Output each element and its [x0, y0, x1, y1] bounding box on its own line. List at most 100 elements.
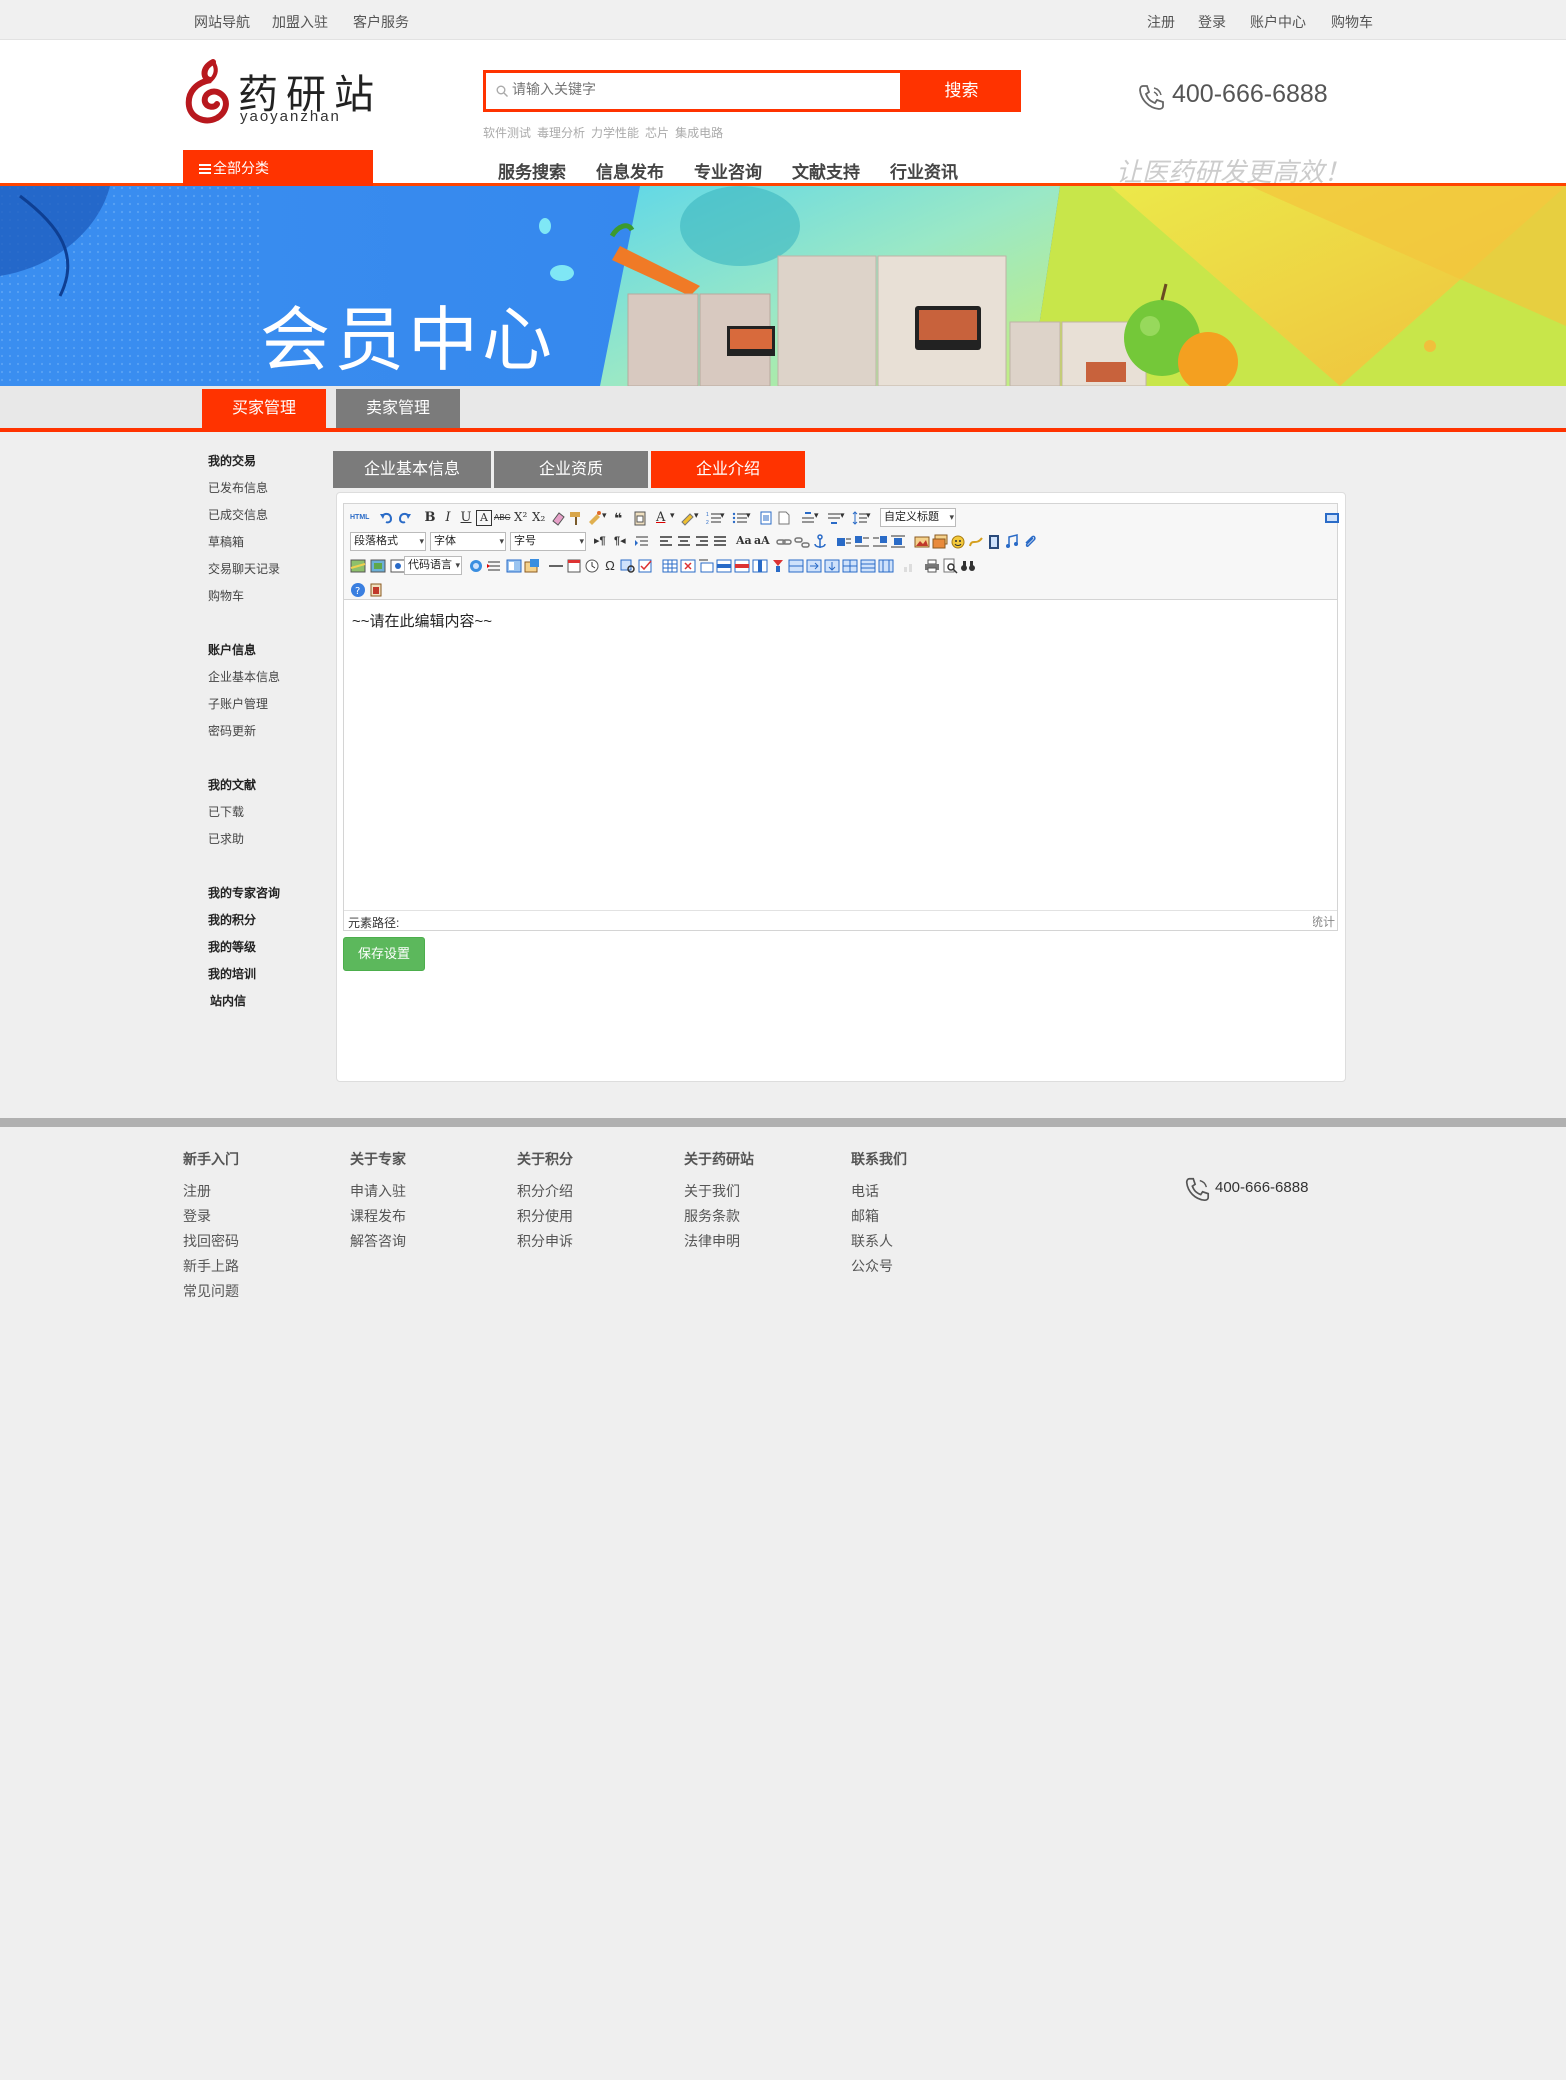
- sidebar-item-published[interactable]: 已发布信息: [208, 479, 268, 496]
- sidebar-item-password[interactable]: 密码更新: [208, 722, 256, 739]
- align-center-icon[interactable]: [676, 534, 692, 550]
- indent-icon[interactable]: [634, 534, 650, 550]
- sidebar-item-training[interactable]: 我的培训: [208, 965, 256, 982]
- horizontal-rule-icon[interactable]: [548, 558, 564, 574]
- tab-company-intro[interactable]: 企业介绍: [651, 451, 805, 488]
- fullscreen-icon[interactable]: [1324, 510, 1340, 526]
- date-icon[interactable]: [566, 558, 582, 574]
- footer-link[interactable]: 申请入驻: [350, 1181, 406, 1199]
- image-right-icon[interactable]: [872, 534, 888, 550]
- footer-link[interactable]: 课程发布: [350, 1206, 406, 1224]
- delete-col-icon[interactable]: [770, 558, 786, 574]
- footer-link[interactable]: 公众号: [851, 1256, 907, 1274]
- font-size-select[interactable]: 字号: [510, 532, 586, 551]
- link-icon[interactable]: [776, 534, 792, 550]
- nav-consulting[interactable]: 专业咨询: [694, 158, 762, 183]
- merge-cells-icon[interactable]: [788, 558, 804, 574]
- sidebar-item-chat-history[interactable]: 交易聊天记录: [208, 560, 280, 577]
- spellcheck-icon[interactable]: [638, 558, 654, 574]
- multi-image-icon[interactable]: [932, 534, 948, 550]
- uppercase-icon[interactable]: Aa: [736, 534, 752, 550]
- help-icon[interactable]: ?: [350, 582, 366, 598]
- music-icon[interactable]: [1004, 534, 1020, 550]
- topbar-link-site-nav[interactable]: 网站导航: [194, 12, 250, 32]
- eraser-icon[interactable]: [550, 510, 566, 526]
- sidebar-item-expert-consult[interactable]: 我的专家咨询: [208, 884, 280, 901]
- undo-icon[interactable]: [378, 510, 394, 526]
- footer-link[interactable]: 联系人: [851, 1231, 907, 1249]
- sidebar-item-cart[interactable]: 购物车: [208, 587, 244, 604]
- sidebar-item-downloaded[interactable]: 已下载: [208, 803, 244, 820]
- topbar-link-join[interactable]: 加盟入驻: [272, 12, 328, 32]
- anchor-icon[interactable]: [812, 534, 828, 550]
- footer-link[interactable]: 解答咨询: [350, 1231, 406, 1249]
- hot-keyword[interactable]: 软件测试: [483, 126, 531, 140]
- sidebar-item-company-info[interactable]: 企业基本信息: [208, 668, 280, 685]
- insert-paragraph-before-table-icon[interactable]: [698, 558, 714, 574]
- select-all-icon[interactable]: [758, 510, 774, 526]
- footer-link[interactable]: 常见问题: [183, 1281, 239, 1299]
- split-cells-icon[interactable]: [842, 558, 858, 574]
- topbar-link-customer-service[interactable]: 客户服务: [353, 12, 409, 32]
- page-break-icon[interactable]: [468, 558, 484, 574]
- rtl-icon[interactable]: ¶◂: [614, 534, 630, 550]
- scrawl-icon[interactable]: [968, 534, 984, 550]
- sidebar-item-drafts[interactable]: 草稿箱: [208, 533, 244, 550]
- lowercase-icon[interactable]: aA: [754, 534, 770, 550]
- footer-link[interactable]: 关于我们: [684, 1181, 754, 1199]
- time-icon[interactable]: [584, 558, 600, 574]
- tab-company-qualification[interactable]: 企业资质: [494, 451, 648, 488]
- footer-link[interactable]: 积分申诉: [517, 1231, 573, 1249]
- italic-icon[interactable]: I: [440, 510, 456, 526]
- auto-format-icon[interactable]: [587, 510, 603, 526]
- hot-keyword[interactable]: 毒理分析: [537, 126, 585, 140]
- sidebar-item-level[interactable]: 我的等级: [208, 938, 256, 955]
- hot-keyword[interactable]: 集成电路: [675, 126, 723, 140]
- font-border-icon[interactable]: A: [476, 510, 492, 526]
- preview-icon[interactable]: [942, 558, 958, 574]
- merge-down-icon[interactable]: [824, 558, 840, 574]
- nav-literature[interactable]: 文献支持: [792, 158, 860, 183]
- delete-table-icon[interactable]: [680, 558, 696, 574]
- save-settings-button[interactable]: 保存设置: [343, 937, 425, 971]
- word-image-icon[interactable]: [524, 558, 540, 574]
- footer-link[interactable]: 服务条款: [684, 1206, 754, 1224]
- split-rows-icon[interactable]: [860, 558, 876, 574]
- attachment-icon[interactable]: [1022, 534, 1038, 550]
- ltr-icon[interactable]: ▸¶: [594, 534, 610, 550]
- search-replace-icon[interactable]: [620, 558, 636, 574]
- sidebar-item-points[interactable]: 我的积分: [208, 911, 256, 928]
- footer-link[interactable]: 电话: [851, 1181, 907, 1199]
- footer-link[interactable]: 积分使用: [517, 1206, 573, 1224]
- topbar-link-login[interactable]: 登录: [1198, 12, 1226, 32]
- unlink-icon[interactable]: [794, 534, 810, 550]
- tab-company-basic-info[interactable]: 企业基本信息: [333, 451, 491, 488]
- footer-link[interactable]: 邮箱: [851, 1206, 907, 1224]
- blockquote-icon[interactable]: ❝: [614, 510, 630, 526]
- hot-keyword[interactable]: 芯片: [645, 126, 669, 140]
- html-source-icon[interactable]: HTML: [350, 510, 370, 526]
- delete-row-icon[interactable]: [734, 558, 750, 574]
- template-icon[interactable]: [486, 558, 502, 574]
- logo-icon[interactable]: [183, 58, 231, 124]
- print-icon[interactable]: [924, 558, 940, 574]
- gmap-icon[interactable]: [370, 558, 386, 574]
- code-language-select[interactable]: 代码语言: [404, 556, 462, 575]
- footer-link[interactable]: 新手上路: [183, 1256, 239, 1274]
- clear-document-icon[interactable]: [776, 510, 792, 526]
- topbar-link-account-center[interactable]: 账户中心: [1250, 12, 1306, 32]
- insert-col-icon[interactable]: [752, 558, 768, 574]
- find-icon[interactable]: [960, 558, 976, 574]
- insert-table-icon[interactable]: [662, 558, 678, 574]
- editor-content-area[interactable]: ~~请在此编辑内容~~: [344, 600, 1337, 910]
- paste-plain-icon[interactable]: [632, 510, 648, 526]
- align-left-icon[interactable]: [658, 534, 674, 550]
- background-icon[interactable]: [506, 558, 522, 574]
- paragraph-format-select[interactable]: 段落格式: [350, 532, 426, 551]
- sidebar-item-requested[interactable]: 已求助: [208, 830, 244, 847]
- align-justify-icon[interactable]: [712, 534, 728, 550]
- tab-buyer-management[interactable]: 买家管理: [202, 389, 326, 428]
- chart-icon[interactable]: [902, 558, 918, 574]
- sidebar-item-completed[interactable]: 已成交信息: [208, 506, 268, 523]
- insert-image-icon[interactable]: [914, 534, 930, 550]
